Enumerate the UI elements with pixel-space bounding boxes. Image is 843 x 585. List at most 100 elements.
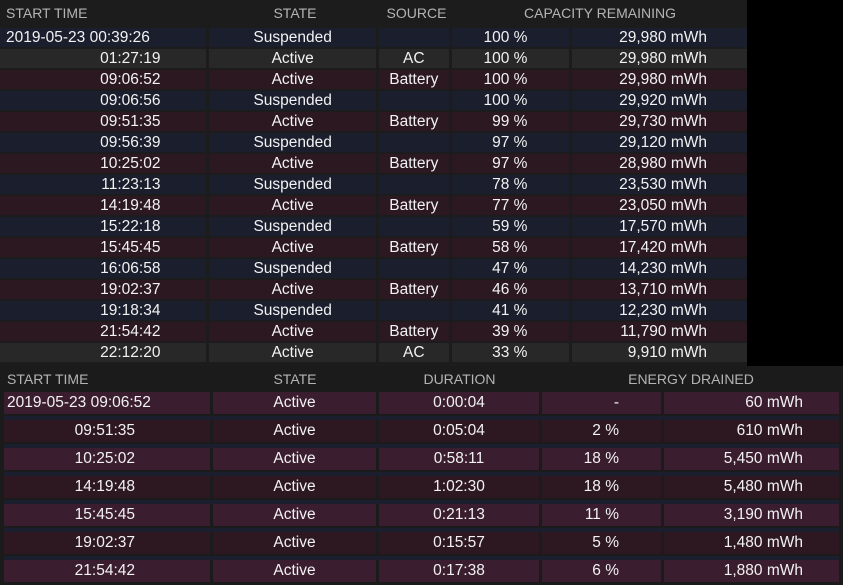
capacity-cell: 12,230 mWh <box>572 301 747 320</box>
state-cell: Suspended <box>209 28 376 47</box>
table-row[interactable]: 21:54:42 Active 0:17:38 6 % 1,880 mWh <box>0 560 843 584</box>
table-row[interactable]: 10:25:02 Active Battery 97 % 28,980 mWh <box>0 154 747 173</box>
state-cell: Active <box>209 154 376 173</box>
start-time-cell: 11:23:13 <box>0 175 207 194</box>
state-cell: Active <box>209 70 376 89</box>
start-time-cell: 01:27:19 <box>0 49 207 68</box>
percent-cell: 46 % <box>451 280 570 299</box>
table-row[interactable]: 22:12:20 Active AC 33 % 9,910 mWh <box>0 343 747 362</box>
state-cell: Active <box>209 280 376 299</box>
table-row[interactable]: 16:06:58 Suspended 47 % 14,230 mWh <box>0 259 747 278</box>
source-cell <box>378 28 449 47</box>
percent-cell: 58 % <box>451 238 570 257</box>
duration-cell: 0:17:38 <box>379 560 539 582</box>
duration-cell: 0:00:04 <box>379 392 539 414</box>
table-row[interactable]: 09:51:35 Active 0:05:04 2 % 610 mWh <box>0 420 843 444</box>
state-cell: Active <box>209 112 376 131</box>
state-cell: Suspended <box>209 175 376 194</box>
source-cell: Battery <box>378 112 449 131</box>
table-row[interactable]: 11:23:13 Suspended 78 % 23,530 mWh <box>0 175 747 194</box>
state-cell: Active <box>209 49 376 68</box>
state-cell: Suspended <box>209 259 376 278</box>
table-row[interactable]: 2019-05-23 09:06:52 Active 0:00:04-60 mWh <box>0 392 843 416</box>
table-row[interactable]: 15:45:45 Active Battery 58 % 17,420 mWh <box>0 238 747 257</box>
source-cell: Battery <box>378 322 449 341</box>
table-row[interactable]: 14:19:48 Active Battery 77 % 23,050 mWh <box>0 196 747 215</box>
capacity-cell: 11,790 mWh <box>572 322 747 341</box>
state-cell: Active <box>213 560 376 582</box>
header-duration: DURATION <box>423 371 496 387</box>
header-start-time: START TIME <box>7 371 89 387</box>
capacity-cell: 13,710 mWh <box>572 280 747 299</box>
table-row[interactable]: 19:02:37 Active 0:15:57 5 % 1,480 mWh <box>0 532 843 556</box>
state-cell: Active <box>209 238 376 257</box>
table-row[interactable]: 09:06:52 Active Battery 100 % 29,980 mWh <box>0 70 747 89</box>
percent-cell: 99 % <box>451 112 570 131</box>
source-cell: AC <box>378 49 449 68</box>
source-cell: AC <box>378 343 449 362</box>
start-time-cell: 15:45:45 <box>4 504 210 526</box>
duration-cell: 0:58:11 <box>379 448 539 470</box>
table-row[interactable]: 2019-05-23 00:39:26 Suspended 100 % 29,980 … <box>0 28 747 47</box>
capacity-cell: 29,980 mWh <box>572 28 747 47</box>
duration-cell: 0:15:57 <box>379 532 539 554</box>
table-row[interactable]: 01:27:19 Active AC 100 % 29,980 mWh <box>0 49 747 68</box>
usage-history-table: START TIME STATE DURATION ENERGY DRAINED… <box>0 366 843 585</box>
table-row[interactable]: 15:22:18 Suspended 59 % 17,570 mWh <box>0 217 747 236</box>
table-row[interactable]: 15:45:45 Active 0:21:13 11 % 3,190 mWh <box>0 504 843 528</box>
start-time-cell: 2019-05-23 09:06:52 <box>4 392 210 414</box>
state-cell: Suspended <box>209 91 376 110</box>
table-header: START TIME STATE SOURCE CAPACITY REMAINI… <box>0 0 747 26</box>
start-time-cell: 09:51:35 <box>4 420 210 442</box>
capacity-cell: 29,980 mWh <box>572 70 747 89</box>
source-cell <box>378 259 449 278</box>
start-time-cell: 09:56:39 <box>0 133 207 152</box>
header-state: STATE <box>273 5 317 21</box>
state-cell: Active <box>213 504 376 526</box>
capacity-cell: 29,980 mWh <box>572 49 747 68</box>
percent-cell: 100 % <box>451 28 570 47</box>
percent-cell: 100 % <box>451 91 570 110</box>
source-cell <box>378 217 449 236</box>
start-time-cell: 19:02:37 <box>4 532 210 554</box>
start-time-cell: 16:06:58 <box>0 259 207 278</box>
start-time-cell: 21:54:42 <box>0 322 207 341</box>
state-cell: Active <box>213 476 376 498</box>
table-row[interactable]: 21:54:42 Active Battery 39 % 11,790 mWh <box>0 322 747 341</box>
percent-cell: 97 % <box>451 133 570 152</box>
drain-percent-cell: 6 % <box>542 560 661 582</box>
drain-percent-cell: 11 % <box>542 504 661 526</box>
energy-cell: 610 mWh <box>664 420 839 442</box>
state-cell: Active <box>209 196 376 215</box>
drain-percent-cell: 18 % <box>542 448 661 470</box>
start-time-cell: 15:45:45 <box>0 238 207 257</box>
table-row[interactable]: 14:19:48 Active 1:02:30 18 % 5,480 mWh <box>0 476 843 500</box>
table-row[interactable]: 09:56:39 Suspended 97 % 29,120 mWh <box>0 133 747 152</box>
start-time-cell: 22:12:20 <box>0 343 207 362</box>
capacity-cell: 14,230 mWh <box>572 259 747 278</box>
capacity-cell: 23,050 mWh <box>572 196 747 215</box>
source-cell <box>378 91 449 110</box>
capacity-cell: 17,570 mWh <box>572 217 747 236</box>
table-row[interactable]: 19:02:37 Active Battery 46 % 13,710 mWh <box>0 280 747 299</box>
table-row[interactable]: 09:06:56 Suspended 100 % 29,920 mWh <box>0 91 747 110</box>
source-cell <box>378 133 449 152</box>
source-cell: Battery <box>378 280 449 299</box>
capacity-cell: 23,530 mWh <box>572 175 747 194</box>
percent-cell: 77 % <box>451 196 570 215</box>
percent-cell: 59 % <box>451 217 570 236</box>
state-cell: Active <box>213 532 376 554</box>
table-row[interactable]: 10:25:02 Active 0:58:11 18 % 5,450 mWh <box>0 448 843 472</box>
start-time-cell: 10:25:02 <box>4 448 210 470</box>
source-cell: Battery <box>378 154 449 173</box>
state-cell: Suspended <box>209 217 376 236</box>
source-cell: Battery <box>378 238 449 257</box>
capacity-cell: 28,980 mWh <box>572 154 747 173</box>
table-row[interactable]: 19:18:34 Suspended 41 % 12,230 mWh <box>0 301 747 320</box>
capacity-cell: 29,730 mWh <box>572 112 747 131</box>
capacity-cell: 29,120 mWh <box>572 133 747 152</box>
start-time-cell: 19:18:34 <box>0 301 207 320</box>
start-time-cell: 14:19:48 <box>4 476 210 498</box>
table-row[interactable]: 09:51:35 Active Battery 99 % 29,730 mWh <box>0 112 747 131</box>
state-cell: Active <box>209 322 376 341</box>
